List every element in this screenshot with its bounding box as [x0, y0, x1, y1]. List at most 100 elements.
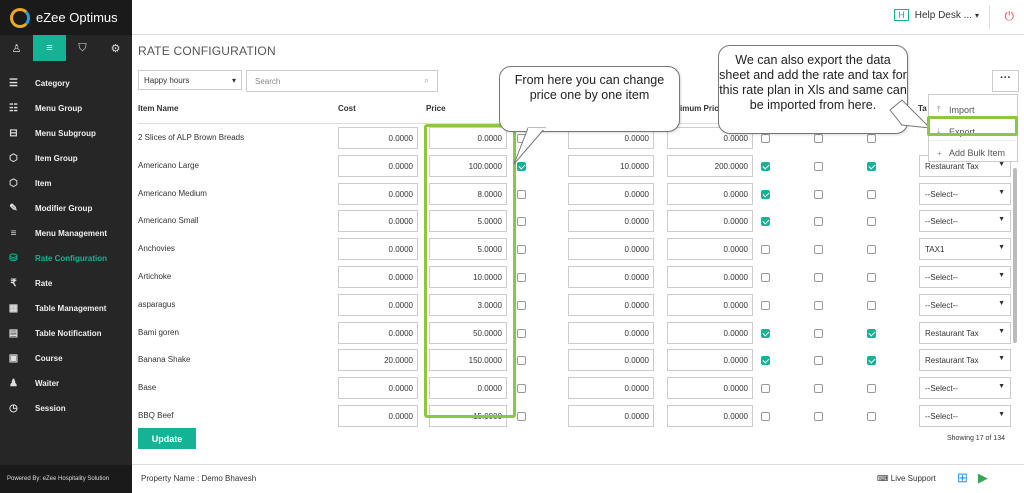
checkbox[interactable] — [761, 134, 770, 143]
rate-input[interactable]: 0.0000 — [568, 321, 654, 344]
cost-input[interactable]: 0.0000 — [338, 182, 418, 205]
checkbox[interactable] — [761, 300, 770, 310]
checkbox[interactable] — [517, 328, 526, 338]
cost-input[interactable]: 0.0000 — [338, 127, 418, 149]
tax-select[interactable]: --Select-- ▼ — [919, 266, 1011, 288]
minimum-price-input[interactable]: 0.0000 — [667, 321, 753, 344]
checkbox[interactable] — [814, 328, 823, 338]
checkbox[interactable] — [761, 189, 770, 199]
minimum-price-input[interactable]: 0.0000 — [667, 238, 753, 261]
minimum-price-input[interactable]: 0.0000 — [667, 266, 753, 288]
checkbox[interactable] — [867, 328, 876, 338]
checkbox[interactable] — [517, 217, 526, 227]
rate-input[interactable]: 0.0000 — [568, 377, 654, 400]
cost-input[interactable]: 0.0000 — [338, 154, 418, 177]
sidebar-item-course[interactable]: ▣ Course — [0, 346, 132, 371]
checkbox[interactable] — [761, 412, 770, 421]
rate-input[interactable]: 0.0000 — [568, 210, 654, 233]
checkbox[interactable] — [761, 356, 770, 366]
sidebar-item-menu-management[interactable]: ≡ Menu Management — [0, 221, 132, 246]
checkbox[interactable] — [517, 273, 526, 282]
import-menu-item[interactable]: ⤒ Import — [929, 97, 1017, 117]
cost-input[interactable]: 0.0000 — [338, 321, 418, 344]
windows-icon[interactable]: ⊞ — [957, 470, 968, 486]
checkbox[interactable] — [761, 245, 770, 255]
sidebar-item-menu-subgroup[interactable]: ⊟ Menu Subgroup — [0, 121, 132, 146]
checkbox[interactable] — [517, 384, 526, 394]
checkbox[interactable] — [517, 356, 526, 366]
sidebar-item-waiter[interactable]: ♟ Waiter — [0, 371, 132, 396]
tax-select[interactable]: --Select-- ▼ — [919, 210, 1011, 233]
sidebar-item-rate[interactable]: ₹ Rate — [0, 271, 132, 296]
checkbox[interactable] — [867, 217, 876, 227]
checkbox[interactable] — [867, 189, 876, 199]
cost-input[interactable]: 20.0000 — [338, 349, 418, 372]
checkbox[interactable] — [867, 412, 876, 421]
checkbox[interactable] — [814, 189, 823, 199]
rate-input[interactable]: 0.0000 — [568, 266, 654, 288]
checkbox[interactable] — [761, 217, 770, 227]
checkbox[interactable] — [517, 245, 526, 255]
checkbox[interactable] — [867, 384, 876, 394]
sidebar-item-table-notification[interactable]: ▤ Table Notification — [0, 321, 132, 346]
tax-select[interactable]: --Select-- ▼ — [919, 293, 1011, 316]
scrollbar[interactable] — [1013, 168, 1017, 343]
cost-input[interactable]: 0.0000 — [338, 238, 418, 261]
play-store-icon[interactable]: ▶ — [978, 470, 988, 486]
checkbox[interactable] — [761, 328, 770, 338]
minimum-price-input[interactable]: 0.0000 — [667, 210, 753, 233]
logo[interactable]: eZee Optimus — [0, 0, 132, 35]
checkbox[interactable] — [517, 412, 526, 421]
checkbox[interactable] — [867, 245, 876, 255]
minimum-price-input[interactable]: 0.0000 — [667, 405, 753, 427]
update-button[interactable]: Update — [138, 428, 196, 449]
tab-user[interactable]: ♙ — [0, 35, 33, 61]
sidebar-item-item[interactable]: ⬡ Item — [0, 171, 132, 196]
cost-input[interactable]: 0.0000 — [338, 210, 418, 233]
checkbox[interactable] — [867, 273, 876, 282]
sidebar-item-session[interactable]: ◷ Session — [0, 396, 132, 421]
checkbox[interactable] — [814, 273, 823, 282]
cost-input[interactable]: 0.0000 — [338, 266, 418, 288]
checkbox[interactable] — [517, 300, 526, 310]
sidebar-item-item-group[interactable]: ⬡ Item Group — [0, 146, 132, 171]
checkbox[interactable] — [814, 384, 823, 394]
rate-plan-select[interactable]: Happy hours ▾ — [138, 70, 242, 90]
add-bulk-item-menu-item[interactable]: + Add Bulk Item — [929, 140, 1017, 160]
sidebar-item-menu-group[interactable]: ☷ Menu Group — [0, 96, 132, 121]
tax-select[interactable]: Restaurant Tax ▼ — [919, 349, 1011, 372]
cost-input[interactable]: 0.0000 — [338, 377, 418, 400]
checkbox[interactable] — [814, 300, 823, 310]
help-desk-menu[interactable]: H Help Desk ... ▾ — [894, 9, 979, 21]
tax-select[interactable]: Restaurant Tax ▼ — [919, 321, 1011, 344]
checkbox[interactable] — [867, 134, 876, 143]
checkbox[interactable] — [517, 189, 526, 199]
minimum-price-input[interactable]: 0.0000 — [667, 293, 753, 316]
tax-select[interactable]: --Select-- ▼ — [919, 182, 1011, 205]
checkbox[interactable] — [867, 356, 876, 366]
minimum-price-input[interactable]: 0.0000 — [667, 349, 753, 372]
sidebar-item-category[interactable]: ☰ Category — [0, 71, 132, 96]
tab-settings[interactable]: ⚙ — [99, 35, 132, 61]
tab-store[interactable]: ⛉ — [66, 35, 99, 61]
sidebar-item-modifier-group[interactable]: ✎ Modifier Group — [0, 196, 132, 221]
rate-input[interactable]: 0.0000 — [568, 182, 654, 205]
sidebar-item-table-management[interactable]: ▦ Table Management — [0, 296, 132, 321]
tax-select[interactable]: TAX1 ▼ — [919, 238, 1011, 261]
minimum-price-input[interactable]: 0.0000 — [667, 377, 753, 400]
checkbox[interactable] — [867, 300, 876, 310]
checkbox[interactable] — [761, 273, 770, 282]
more-options-button[interactable]: ··· — [992, 70, 1019, 92]
rate-input[interactable]: 0.0000 — [568, 405, 654, 427]
checkbox[interactable] — [761, 161, 770, 171]
cost-input[interactable]: 0.0000 — [338, 293, 418, 316]
checkbox[interactable] — [814, 161, 823, 171]
rate-input[interactable]: 0.0000 — [568, 238, 654, 261]
checkbox[interactable] — [814, 412, 823, 421]
minimum-price-input[interactable]: 0.0000 — [667, 182, 753, 205]
tax-select[interactable]: --Select-- ▼ — [919, 377, 1011, 400]
rate-input[interactable]: 10.0000 — [568, 154, 654, 177]
cost-input[interactable]: 0.0000 — [338, 405, 418, 427]
tab-menu[interactable]: ≡ — [33, 35, 66, 61]
sidebar-item-rate-configuration[interactable]: ⛁ Rate Configuration — [0, 246, 132, 271]
